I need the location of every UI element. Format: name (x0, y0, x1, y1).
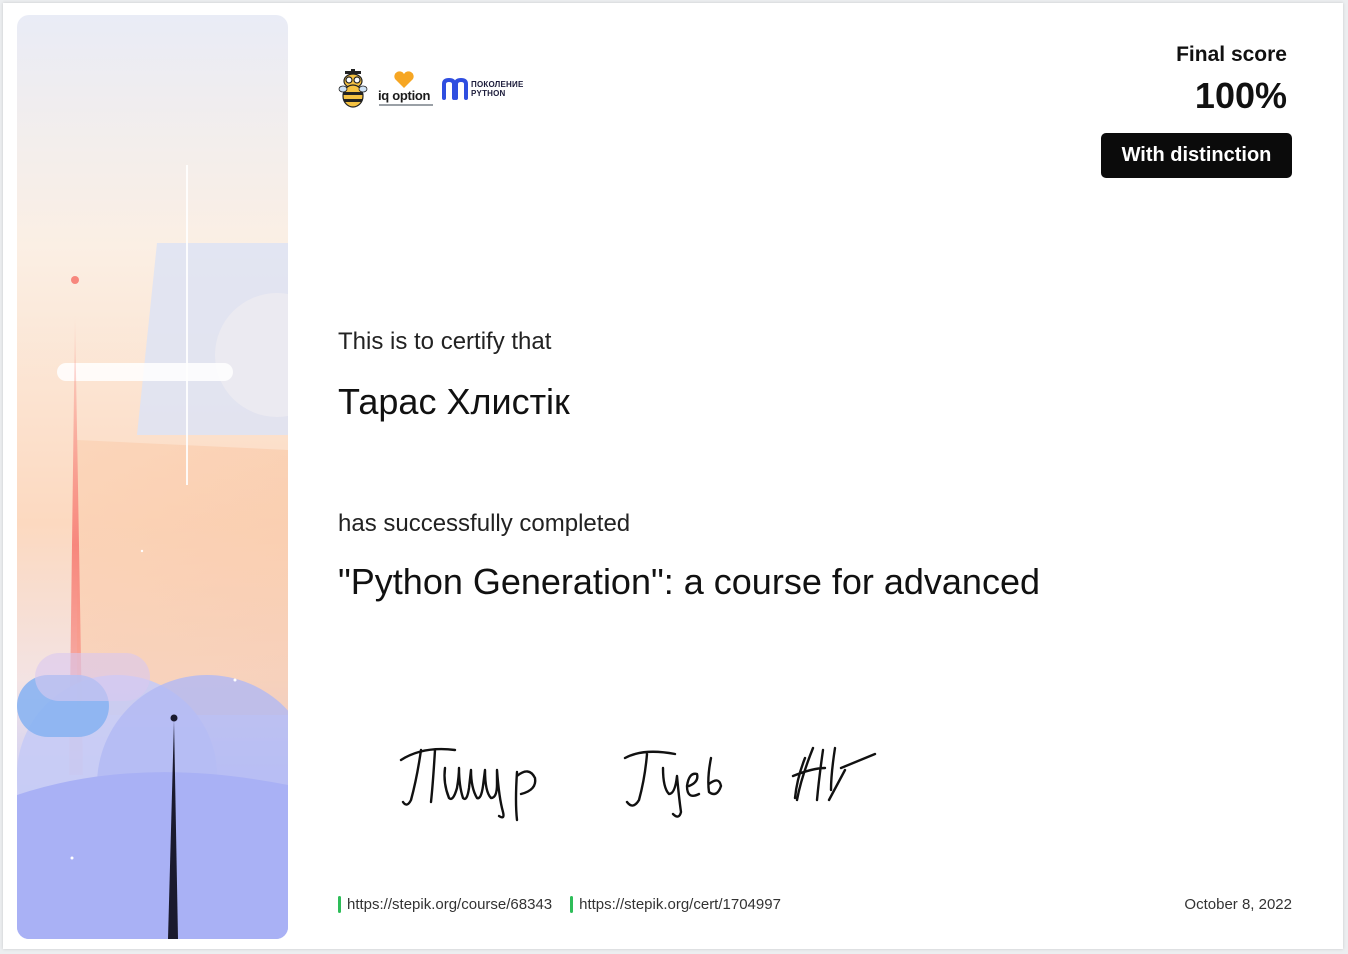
link-marker-icon (338, 896, 341, 913)
python-generation-line1: ПОКОЛЕНИЕ (471, 80, 524, 89)
link-marker-icon (570, 896, 574, 913)
python-generation-line2: PYTHON (471, 89, 506, 98)
final-score-value: 100% (1194, 75, 1287, 116)
cert-url[interactable]: https://stepik.org/cert/1704997 (579, 896, 781, 913)
python-generation-text: ПОКОЛЕНИЕ PYTHON (471, 80, 524, 98)
course-url[interactable]: https://stepik.org/course/68343 (347, 896, 552, 913)
bee-mascot-icon (338, 69, 368, 108)
python-generation-mark-icon (442, 78, 468, 100)
course-link[interactable]: https://stepik.org/course/68343 (338, 896, 552, 913)
course-title: "Python Generation": a course for advanc… (338, 561, 1040, 602)
recipient-name: Тарас Хлистік (338, 381, 570, 422)
iq-option-text: iq option (378, 88, 431, 103)
cert-link[interactable]: https://stepik.org/cert/1704997 (570, 896, 781, 913)
heart-icon (394, 71, 414, 88)
certificate-page: iq option ПОКОЛЕНИЕ PYTHON Final score 1… (3, 3, 1343, 949)
decorative-artwork (17, 15, 288, 939)
certificate-footer: https://stepik.org/course/68343 https://… (338, 896, 799, 913)
instructor-signature (399, 746, 877, 822)
certify-text: This is to certify that (338, 328, 552, 355)
partner-logos: iq option ПОКОЛЕНИЕ PYTHON (338, 67, 524, 111)
final-score-label: Final score (1176, 43, 1287, 66)
completed-text: has successfully completed (338, 510, 631, 537)
iq-option-logo: iq option (376, 69, 434, 109)
python-generation-logo: ПОКОЛЕНИЕ PYTHON (442, 78, 524, 100)
iq-option-underline (379, 104, 433, 106)
distinction-badge: With distinction (1101, 133, 1292, 178)
issue-date: October 8, 2022 (1184, 896, 1292, 913)
